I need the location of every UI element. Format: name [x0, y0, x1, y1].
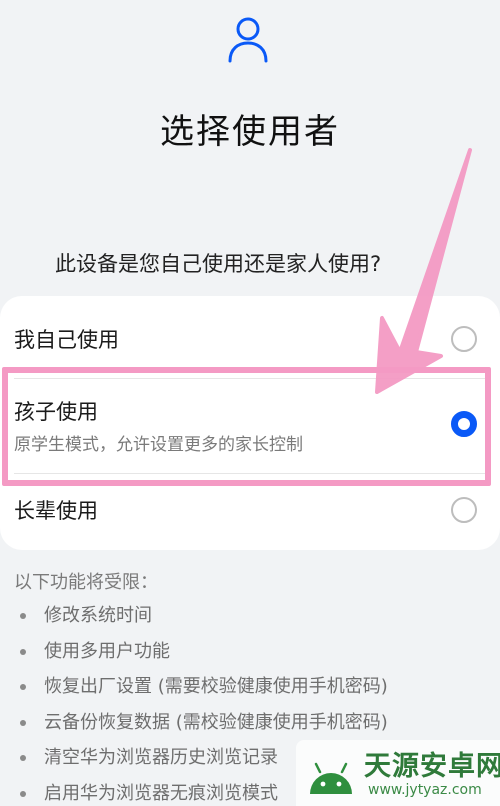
- option-elder-label: 长辈使用: [14, 499, 98, 523]
- watermark-name: 天源安卓网: [364, 751, 500, 782]
- option-self[interactable]: 我自己使用: [0, 296, 500, 378]
- user-icon: [228, 17, 268, 63]
- android-logo-icon: [310, 762, 352, 794]
- bullet-icon: [20, 648, 26, 655]
- bullet-icon: [20, 790, 26, 797]
- bullet-icon: [20, 684, 26, 690]
- list-item: 使用多用户功能: [0, 634, 500, 670]
- question-text: 此设备是您自己使用还是家人使用?: [55, 252, 382, 276]
- bullet-icon: [20, 613, 26, 619]
- bullet-icon: [20, 755, 26, 761]
- screen: 选择使用者 此设备是您自己使用还是家人使用? 我自己使用 孩子使用 原学生模式，…: [0, 0, 500, 806]
- option-self-label: 我自己使用: [14, 328, 119, 352]
- list-item: 修改系统时间: [0, 598, 500, 634]
- watermark-url: www.jytyaz.com: [368, 782, 482, 798]
- option-self-radio[interactable]: [451, 326, 477, 352]
- bullet-icon: [20, 719, 26, 726]
- page-title: 选择使用者: [160, 112, 340, 152]
- list-item: 云备份恢复数据 (需校验健康使用手机密码): [0, 705, 500, 741]
- watermark: 天源安卓网 www.jytyaz.com: [296, 740, 500, 806]
- highlight-annotation: [2, 367, 491, 486]
- option-elder-radio[interactable]: [451, 497, 477, 523]
- list-item: 恢复出厂设置 (需要校验健康使用手机密码): [0, 669, 500, 705]
- restrictions-title: 以下功能将受限：: [14, 572, 158, 593]
